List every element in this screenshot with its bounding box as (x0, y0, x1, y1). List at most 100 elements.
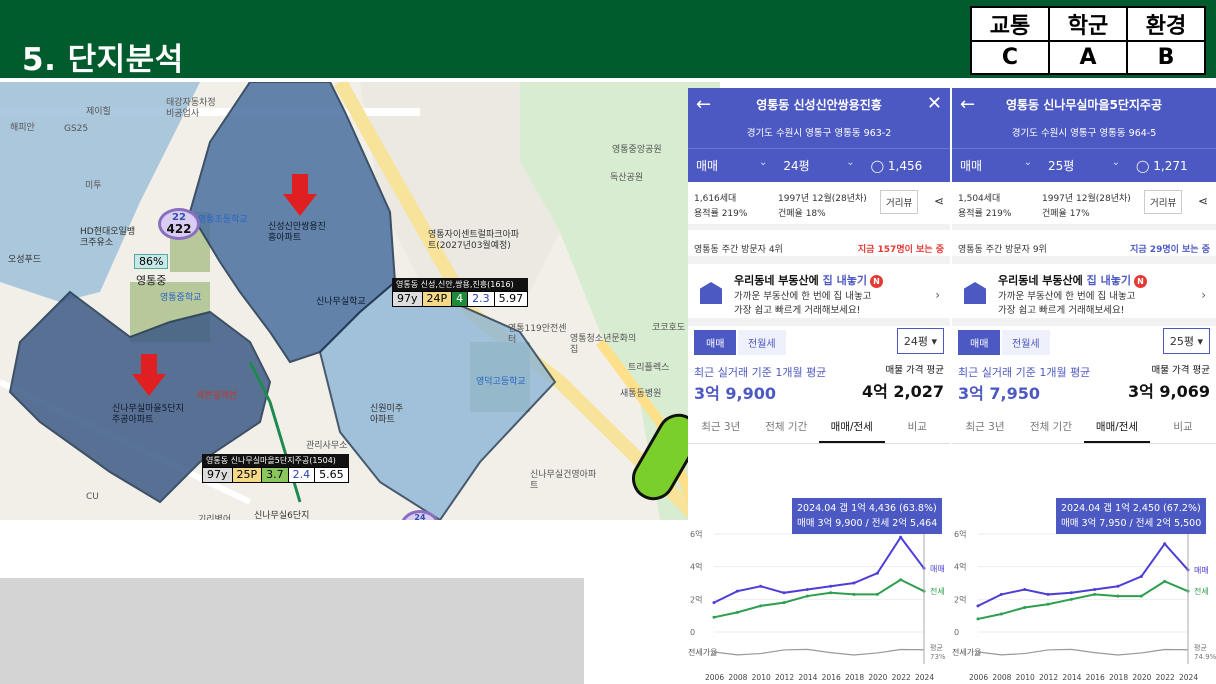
map-label: 영통청소년문화의집 (570, 334, 637, 355)
promo-banner[interactable]: 우리동네 부동산에 집 내놓기 N 가까운 부동산에 한 번에 집 내놓고 가장 쉽… (688, 264, 950, 326)
series-line-전세 (713, 578, 925, 619)
size-dropdown[interactable]: 24평 ▾ (896, 328, 944, 354)
slide-header: 5. 단지분석 교통 학군 환경 C A B (0, 0, 1216, 78)
grade-label-school: 학군 (1048, 6, 1128, 42)
grade-table: 교통 학군 환경 C A B (970, 6, 1206, 75)
y-tick-label: 0 (954, 628, 959, 637)
tab-all-period[interactable]: 전체 기간 (754, 412, 820, 443)
tab-all-period[interactable]: 전체 기간 (1018, 412, 1084, 443)
avg-price: 3억 9,900 (694, 384, 777, 403)
map-label: 세븐일레븐 (196, 391, 238, 401)
percent-badge: 86% (134, 254, 169, 269)
grade-value-traffic: C (970, 40, 1050, 75)
tab-recent-3y[interactable]: 최근 3년 (952, 412, 1018, 443)
arrow-down-icon (283, 174, 317, 216)
data-point (759, 604, 763, 608)
tab-sale[interactable]: 매매 (958, 330, 1001, 355)
x-tick-label: 2016 (822, 673, 841, 682)
x-tick-label: 2018 (1109, 673, 1128, 682)
complex-name: 영통동 신나무실마을5단지주공 (1005, 98, 1163, 112)
listing-count-badge[interactable]: 22 422 (158, 208, 200, 240)
price-chart[interactable]: 6억 4억 2억 0 매매 전세 전세가율 평균 74.9% 2006 2008 2010 2012 20… (952, 492, 1216, 684)
map-label: 독산공원 (610, 173, 644, 183)
y-tick-label: 2억 (690, 594, 702, 604)
tab-rent[interactable]: 전월세 (738, 330, 786, 355)
comment-count[interactable]: ◯ 1,271 (1128, 159, 1216, 173)
map-label: 영통초등학교 (198, 215, 248, 225)
complex-address: 경기도 수원시 영통구 영통동 963-2 (746, 128, 892, 139)
avg-price: 3억 7,950 (958, 384, 1041, 403)
data-point (999, 612, 1003, 616)
map-label: 영덕고등학교 (476, 377, 526, 387)
deal-type-select[interactable]: 매매 ⌄ (952, 157, 1040, 174)
size-select[interactable]: 25평 ⌄ (1040, 157, 1128, 174)
comment-icon: ◯ (1136, 158, 1154, 173)
deal-type-select[interactable]: 매매 ⌄ (688, 157, 775, 174)
map-label: 기리병어 (198, 515, 232, 520)
tab-sale-rent[interactable]: 매매/전세 (819, 412, 885, 443)
data-point (1116, 584, 1120, 588)
close-icon[interactable]: ✕ (927, 93, 942, 114)
data-point (759, 584, 763, 588)
data-point (999, 592, 1003, 596)
share-icon[interactable]: ⋖ (1198, 194, 1208, 208)
series-line-전세 (977, 580, 1189, 620)
price-section: 매매 전월세 25평 ▾ 최근 실거래 기준 1개월 평균 매물 가격 평균 3… (952, 326, 1216, 446)
map-label: 영통중학교 (160, 293, 202, 303)
price-chart[interactable]: 6억 4억 2억 0 매매 전세 전세가율 평균 73% 2006 2008 2010 2012 2014… (688, 492, 950, 684)
data-point (1069, 597, 1073, 601)
ask-price: 4억 2,027 (861, 382, 944, 401)
tab-sale[interactable]: 매매 (694, 330, 737, 355)
x-tick-label: 2022 (1156, 673, 1175, 682)
share-icon[interactable]: ⋖ (934, 194, 944, 208)
map-label: 트리플렉스 (628, 363, 670, 373)
complex-name: 영통동 신성신안쌍용진흥 (756, 98, 882, 112)
tab-sale-rent[interactable]: 매매/전세 (1084, 412, 1150, 443)
size-dropdown[interactable]: 25평 ▾ (1162, 328, 1210, 354)
map-label: 신나무실건영아파트 (530, 470, 597, 491)
map-label: 영통중앙공원 (612, 145, 662, 155)
street-view-button[interactable]: 거리뷰 (880, 190, 919, 214)
map-label: 새통동병원 (620, 389, 662, 399)
data-point (782, 591, 786, 595)
x-tick-label: 2018 (845, 673, 864, 682)
map-view[interactable]: 해피안 제이힐 태강자동차정비공업사 GS25 오성푸드 HD현대오일뱅크주유소… (0, 82, 720, 520)
data-point (1023, 606, 1027, 609)
data-point (805, 588, 809, 592)
y-tick-label: 6억 (690, 529, 702, 539)
data-point (1163, 579, 1167, 583)
chart-tooltip: 2024.04 갭 1억 2,450 (67.2%) 매매 3억 7,950 /… (1056, 498, 1207, 534)
slide: 5. 단지분석 교통 학군 환경 C A B 해피안 제이힐 태강자동차정비공업… (0, 0, 1216, 684)
ratio-label: 전세가율 (688, 647, 717, 657)
comment-count[interactable]: ◯ 1,456 (863, 159, 950, 173)
y-tick-label: 6억 (954, 529, 966, 539)
period-tabs: 최근 3년 전체 기간 매매/전세 비교 (952, 412, 1216, 444)
size-select[interactable]: 24평 ⌄ (775, 157, 862, 174)
map-label: GS25 (64, 124, 89, 134)
chevron-down-icon: ⌄ (846, 157, 855, 168)
data-point (735, 610, 739, 614)
data-point (1046, 592, 1050, 596)
tab-rent[interactable]: 전월세 (1002, 330, 1050, 355)
tab-recent-3y[interactable]: 최근 3년 (688, 412, 754, 443)
complex-info-box[interactable]: 영통동 신성,신안,쌍용,진흥(1616) 97y 24P 4 2.3 5.97 (392, 278, 529, 307)
new-badge: N (1133, 275, 1147, 288)
tab-compare[interactable]: 비교 (885, 412, 951, 443)
avg-label: 평균 (1194, 643, 1207, 652)
chevron-right-icon: › (935, 288, 940, 302)
x-tick-label: 2020 (1132, 673, 1151, 682)
complex-info-box[interactable]: 영통동 신나무실마을5단지주공(1504) 97y 25P 3.7 2.4 5.… (202, 454, 349, 483)
promo-banner[interactable]: 우리동네 부동산에 집 내놓기 N 가까운 부동산에 한 번에 집 내놓고 가장 쉽… (952, 264, 1216, 326)
map-label: 코코호도 (652, 323, 686, 333)
data-point (805, 594, 809, 598)
data-point (875, 571, 879, 575)
placeholder-box (0, 578, 584, 684)
tab-compare[interactable]: 비교 (1150, 412, 1216, 443)
data-point (976, 617, 980, 621)
x-tick-label: 2020 (868, 673, 887, 682)
panel-filter-bar: 매매 ⌄ 24평 ⌄ ◯ 1,456 (688, 148, 950, 182)
chevron-down-icon: ⌄ (1111, 157, 1120, 168)
map-label: 신성신안쌍용진흥아파트 (268, 222, 326, 243)
street-view-button[interactable]: 거리뷰 (1144, 190, 1183, 214)
data-point (1116, 594, 1120, 598)
